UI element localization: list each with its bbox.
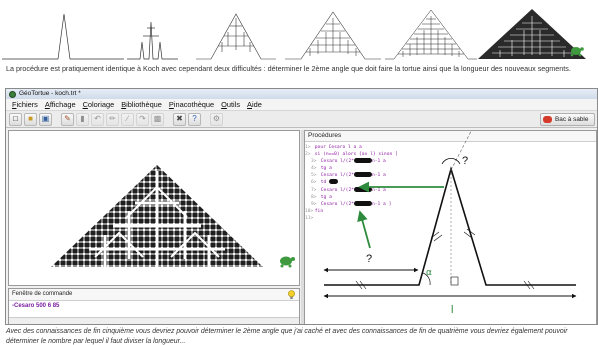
save-icon[interactable]: ▣: [39, 112, 52, 126]
iteration-2: [196, 13, 276, 60]
menu-coloriage[interactable]: Coloriage: [83, 99, 115, 110]
menu-pinacotheque[interactable]: Pinacothèque: [169, 99, 214, 110]
title-bar: GéoTortue - koch.trt *: [6, 89, 597, 99]
question-mark-length: ?: [366, 253, 372, 265]
angle-diagram: ? α ? l: [323, 130, 577, 316]
menu-bar: Fichiers Affichage Coloriage Bibliothèqu…: [6, 99, 597, 110]
line-tool-icon[interactable]: ∕: [121, 112, 134, 126]
settings-gear-icon[interactable]: ⚙: [210, 112, 223, 126]
turtle-icon: [280, 256, 295, 268]
command-input-line[interactable]: -Cesaro 500 6 85: [9, 303, 299, 309]
tools-icon[interactable]: ✖: [173, 112, 186, 126]
drawing-canvas[interactable]: [8, 130, 300, 286]
lightbulb-icon[interactable]: [287, 290, 296, 300]
toolbar: □ ■ ▣ ✎ ▮ ↶ ✏ ∕ ↷ ▩ ✖ ? ⚙ Bac à sable: [6, 110, 597, 128]
menu-outils[interactable]: Outils: [221, 99, 240, 110]
cesaro-fractal-drawing: [51, 165, 295, 268]
iteration-0: [2, 13, 124, 60]
alpha-label: α: [426, 268, 432, 278]
caption-paragraph: Avec des connaissances de fin cinquième …: [6, 328, 568, 345]
window-title: GéoTortue - koch.trt *: [19, 90, 81, 97]
redo-icon[interactable]: ↷: [136, 112, 149, 126]
length-label: l: [451, 304, 453, 316]
menu-affichage[interactable]: Affichage: [45, 99, 76, 110]
menu-aide[interactable]: Aide: [247, 99, 262, 110]
iteration-3: [285, 11, 381, 60]
menu-bibliotheque[interactable]: Bibliothèque: [121, 99, 162, 110]
undo-icon[interactable]: ↶: [91, 112, 104, 126]
command-window-title: Fenêtre de commande: [9, 289, 299, 301]
hint-arrow-length: [357, 210, 371, 249]
iteration-5: [478, 9, 586, 59]
command-window: Fenêtre de commande -Cesaro 500 6 85: [8, 288, 300, 324]
sandbox-icon: [543, 116, 552, 123]
brush-icon[interactable]: ✎: [61, 112, 74, 126]
pencil-icon[interactable]: ✏: [106, 112, 119, 126]
help-icon[interactable]: ?: [188, 112, 201, 126]
new-file-icon[interactable]: □: [9, 112, 22, 126]
fractal-iterations-strip: [2, 9, 586, 60]
open-folder-icon[interactable]: ■: [24, 112, 37, 126]
bac-label: Bac à sable: [555, 116, 589, 123]
bac-a-sable-button[interactable]: Bac à sable: [540, 113, 595, 126]
iteration-4: [385, 9, 477, 60]
fill-icon[interactable]: ▩: [151, 112, 164, 126]
command-scrollbar[interactable]: [9, 317, 299, 324]
iteration-1: [127, 21, 178, 60]
intro-paragraph: La procédure est pratiquement identique …: [6, 64, 571, 73]
question-mark-angle: ?: [462, 155, 468, 167]
app-icon: [9, 90, 16, 98]
command-text: Cesaro 500 6 85: [14, 303, 60, 309]
menu-fichiers[interactable]: Fichiers: [12, 99, 38, 110]
eraser-icon[interactable]: ▮: [76, 112, 89, 126]
